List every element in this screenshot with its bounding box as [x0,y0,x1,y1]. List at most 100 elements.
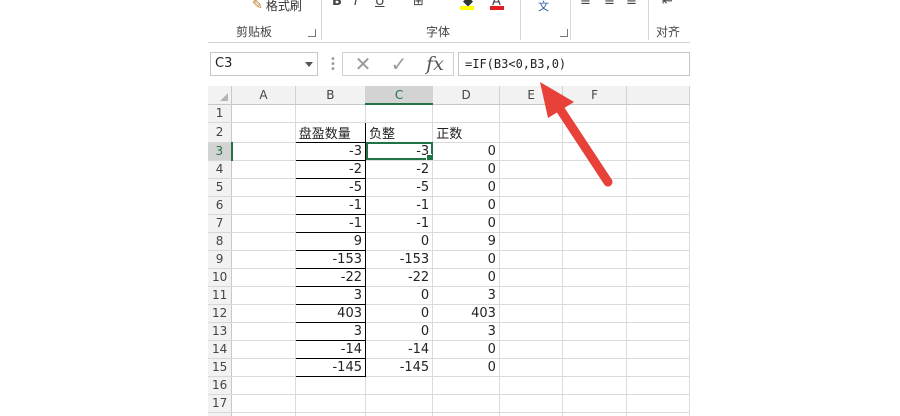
cell[interactable] [626,394,690,413]
header-cell-c2[interactable]: 负整 [365,122,434,143]
select-all-button[interactable] [208,86,233,105]
cell[interactable] [432,104,500,123]
cell[interactable] [231,394,296,413]
align-top-icon[interactable]: ≡ [580,0,591,9]
cell[interactable] [626,358,690,377]
cell[interactable] [626,214,690,233]
indent-icon[interactable]: ⇤ [662,0,673,9]
cell-c[interactable]: -2 [365,160,434,179]
cell[interactable] [562,358,627,377]
cell[interactable] [626,232,690,251]
cell-d[interactable]: 0 [432,250,500,269]
column-header-d[interactable]: D [432,86,500,105]
cell[interactable] [295,394,367,413]
cell[interactable] [499,376,564,395]
cell[interactable] [626,250,690,269]
cell-d[interactable]: 0 [432,358,500,377]
cell[interactable] [562,268,627,287]
cell[interactable] [562,232,627,251]
row-header[interactable]: 11 [208,286,233,305]
cell[interactable] [562,304,627,323]
cell[interactable] [231,142,296,161]
cell-d[interactable]: 0 [432,340,500,359]
cell[interactable] [365,376,434,395]
cell[interactable] [365,412,434,416]
cell-c[interactable]: -145 [365,358,434,377]
cell[interactable] [562,322,627,341]
cell-d[interactable]: 0 [432,142,500,161]
cell-c[interactable]: 0 [365,322,434,341]
cell[interactable] [626,376,690,395]
header-cell-b2[interactable]: 盘盈数量 [294,121,367,143]
cell[interactable] [295,412,367,416]
cell[interactable] [626,196,690,215]
column-header-b[interactable]: B [295,86,367,105]
cell[interactable] [499,232,564,251]
cell[interactable] [499,214,564,233]
resize-grip-icon[interactable]: • • • [330,55,336,75]
row-header[interactable]: 3 [208,142,233,161]
cell[interactable] [499,250,564,269]
cell[interactable] [626,304,690,323]
cell-c[interactable]: 0 [365,286,434,305]
cell-b[interactable]: -1 [294,213,367,233]
clipboard-launcher-icon[interactable] [308,29,316,37]
align-middle-icon[interactable]: ≡ [604,0,615,9]
cell[interactable] [626,142,690,161]
cell-d[interactable]: 0 [432,196,500,215]
selected-cell[interactable]: -3 [365,142,434,161]
cell-c[interactable]: 0 [365,304,434,323]
cell[interactable] [562,196,627,215]
cell-c[interactable]: 0 [365,232,434,251]
cell[interactable] [562,214,627,233]
cell[interactable] [432,412,500,416]
column-header-e[interactable]: E [499,86,564,105]
row-header[interactable]: 12 [208,304,233,323]
cell[interactable] [231,196,296,215]
insert-function-icon[interactable]: fx [420,52,450,76]
cell[interactable] [562,286,627,305]
cell[interactable] [562,394,627,413]
row-header[interactable]: 5 [208,178,233,197]
cell[interactable] [626,322,690,341]
cell-b[interactable]: 403 [294,303,367,323]
bold-button[interactable]: B [332,0,342,9]
cell[interactable] [562,122,627,143]
row-header[interactable]: 8 [208,232,233,251]
underline-button[interactable]: U [375,0,385,9]
cell[interactable] [626,340,690,359]
cell[interactable] [562,160,627,179]
formula-input[interactable]: =IF(B3<0,B3,0) [458,52,690,76]
cell[interactable] [365,104,434,123]
cell[interactable] [231,340,296,359]
cell[interactable] [626,160,690,179]
cell-b[interactable]: -14 [294,339,367,359]
row-header[interactable]: 18 [208,412,233,416]
cell[interactable] [499,412,564,416]
row-header[interactable]: 6 [208,196,233,215]
cell-b[interactable]: -5 [294,177,367,197]
column-header-a[interactable]: A [231,86,296,105]
row-header[interactable]: 4 [208,160,233,179]
cell-b[interactable]: -3 [294,141,367,161]
cell[interactable] [562,142,627,161]
cell[interactable] [499,358,564,377]
cell-b[interactable]: -22 [294,267,367,287]
cell-d[interactable]: 0 [432,268,500,287]
cell[interactable] [231,286,296,305]
row-header[interactable]: 13 [208,322,233,341]
cell[interactable] [499,196,564,215]
cell[interactable] [626,268,690,287]
cell-b[interactable]: 9 [294,231,367,251]
cell-d[interactable]: 3 [432,286,500,305]
cell[interactable] [231,232,296,251]
row-header[interactable]: 14 [208,340,233,359]
cell-d[interactable]: 9 [432,232,500,251]
row-header[interactable]: 17 [208,394,233,413]
cell-c[interactable]: -14 [365,340,434,359]
header-cell-d2[interactable]: 正数 [432,122,500,143]
cell[interactable] [295,104,367,123]
cell[interactable] [231,376,296,395]
row-header[interactable]: 9 [208,250,233,269]
cell[interactable] [499,268,564,287]
